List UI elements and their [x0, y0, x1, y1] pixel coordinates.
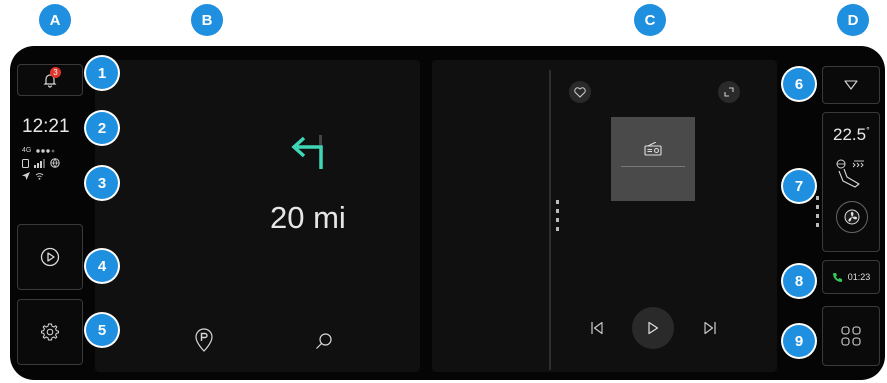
album-art: [611, 117, 695, 201]
callout-2: 2: [86, 112, 118, 144]
media-button[interactable]: [17, 224, 83, 290]
callout-1: 1: [86, 57, 118, 89]
phone-icon: [832, 272, 842, 282]
collapse-button[interactable]: [822, 66, 880, 104]
temperature-readout: 22.5°: [833, 125, 870, 145]
phone-device-icon: [22, 158, 29, 168]
callout-7: 7: [783, 170, 815, 202]
climate-panel[interactable]: 22.5°: [822, 112, 880, 252]
apps-button[interactable]: [822, 306, 880, 366]
callout-5: 5: [86, 314, 118, 346]
status-indicators: 4G: [22, 147, 82, 180]
settings-button[interactable]: [17, 299, 83, 365]
clock: 12:21: [22, 116, 70, 137]
play-icon: [648, 321, 659, 335]
previous-track-button[interactable]: [590, 321, 604, 335]
zone-marker-b: B: [191, 4, 223, 36]
skip-back-icon: [591, 321, 603, 335]
album-art-divider: [621, 166, 685, 167]
heart-icon: [574, 86, 586, 98]
turn-distance: 20 mi: [270, 200, 346, 235]
next-track-button[interactable]: [703, 321, 717, 335]
search-button[interactable]: [315, 332, 333, 350]
gear-icon: [41, 323, 59, 341]
location-arrow-icon: [22, 172, 30, 180]
play-button[interactable]: [632, 307, 674, 349]
active-call-button[interactable]: 01:23: [822, 260, 880, 294]
callout-8: 8: [783, 265, 815, 297]
notifications-button[interactable]: 3: [17, 64, 83, 96]
zone-marker-a: A: [39, 4, 71, 36]
infotainment-screen: 3 12:21 4G 20 mi 22.5° 01:23: [10, 46, 885, 380]
expand-icon: [724, 87, 734, 97]
radio-icon: [644, 142, 662, 156]
signal-icon: [34, 158, 45, 168]
globe-icon: [50, 158, 60, 168]
callout-9: 9: [783, 325, 815, 357]
zone-marker-d: D: [837, 4, 869, 36]
callout-6: 6: [783, 68, 815, 100]
apps-grid-icon: [841, 326, 861, 346]
temperature-unit: °: [866, 125, 870, 136]
bell-icon: 3: [42, 67, 61, 88]
seat-heat-icon: [835, 157, 867, 191]
fan-button[interactable]: [836, 201, 868, 233]
temperature-value: 22.5: [833, 125, 867, 144]
zone-marker-c: C: [634, 4, 666, 36]
navigation-panel[interactable]: 20 mi: [95, 60, 449, 372]
favorite-button[interactable]: [569, 81, 591, 103]
turn-left-arrow-icon: [289, 135, 329, 169]
network-dots-icon: [36, 148, 55, 153]
chevron-down-icon: [844, 80, 858, 90]
network-label: 4G: [22, 147, 32, 154]
fan-icon: [844, 209, 860, 225]
search-icon: [316, 333, 332, 349]
callout-3: 3: [86, 167, 118, 199]
skip-forward-icon: [704, 321, 716, 335]
parking-button[interactable]: [195, 328, 213, 352]
expand-button[interactable]: [718, 81, 740, 103]
media-panel[interactable]: [432, 60, 777, 372]
panel-divider: [549, 70, 551, 370]
parking-icon: [195, 328, 213, 352]
climate-resize-handle[interactable]: [816, 196, 820, 230]
callout-4: 4: [86, 250, 118, 282]
notification-badge: 3: [50, 67, 61, 78]
wifi-icon: [35, 173, 44, 180]
resize-handle[interactable]: [556, 200, 560, 234]
play-circle-icon: [40, 247, 60, 267]
call-duration: 01:23: [847, 272, 871, 282]
